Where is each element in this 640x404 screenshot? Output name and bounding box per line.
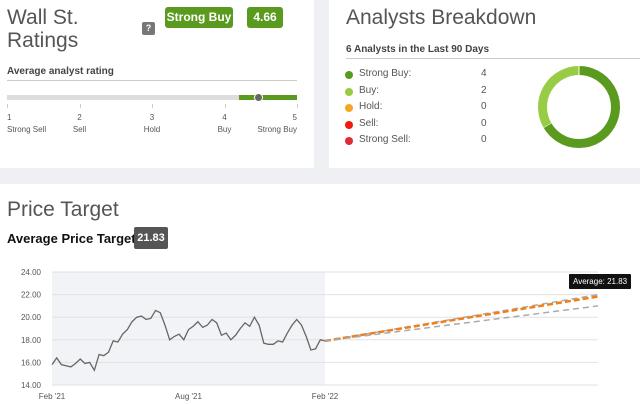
y-tick-label: 18.00 <box>21 336 42 345</box>
projection-line-low <box>324 305 599 342</box>
breakdown-subtitle: 6 Analysts in the Last 90 Days <box>346 44 490 55</box>
chart-tooltip: Average: 21.83 <box>569 274 632 289</box>
x-tick-label: Feb '22 <box>312 392 339 401</box>
rating-badge: Strong Buy <box>165 7 233 28</box>
wall-st-ratings-panel: Wall St. Ratings ? Strong Buy 4.66 Avera… <box>0 0 314 168</box>
projection-line-average <box>324 295 599 343</box>
y-tick-label: 22.00 <box>21 291 42 300</box>
scale-number: 2 <box>77 113 82 122</box>
x-tick-label: Feb '21 <box>39 392 66 401</box>
legend-item: Hold: 0 <box>345 101 487 117</box>
donut-slice <box>538 66 580 128</box>
rating-marker <box>254 93 263 102</box>
scale-tick <box>224 104 226 108</box>
rating-range <box>239 95 297 100</box>
legend-count: 0 <box>481 134 487 145</box>
scale-label: Sell <box>72 125 87 134</box>
avg-price-target-value: 21.83 <box>134 227 168 249</box>
avg-price-target-label: Average Price Target <box>7 231 136 246</box>
breakdown-title: Analysts Breakdown <box>346 6 537 29</box>
legend-item: Strong Sell: 0 <box>345 134 487 150</box>
legend-label: Strong Sell: <box>359 134 411 145</box>
legend-count: 0 <box>481 117 487 129</box>
scale-label: Strong Buy <box>257 125 297 134</box>
score-badge: 4.66 <box>247 7 283 28</box>
legend-count: 0 <box>481 101 487 112</box>
ratings-title-line2: Ratings <box>7 29 79 52</box>
divider <box>346 58 640 59</box>
y-tick-label: 16.00 <box>21 358 42 367</box>
y-tick-label: 14.00 <box>21 381 42 390</box>
price-target-chart: 24.00 22.00 20.00 18.00 16.00 14.00 Feb '21 Aug… <box>21 268 599 401</box>
scale-tick <box>7 104 8 108</box>
breakdown-donut <box>538 65 620 148</box>
legend-label: Hold: <box>359 101 383 112</box>
legend-dot-icon <box>345 87 353 96</box>
legend-dot-icon <box>345 104 353 112</box>
analysts-breakdown-panel: Analysts Breakdown 6 Analysts in the Las… <box>329 0 640 168</box>
y-tick-label: 20.00 <box>21 313 42 322</box>
scale-tick <box>297 104 298 108</box>
scale-tick <box>152 104 153 108</box>
legend-count: 2 <box>481 84 487 96</box>
help-icon[interactable]: ? <box>142 22 155 35</box>
scale-number: 5 <box>292 113 297 122</box>
y-tick-label: 24.00 <box>21 268 42 277</box>
legend-item: Buy: 2 <box>345 84 487 101</box>
legend-item: Sell: 0 <box>345 117 487 134</box>
legend-label: Sell: <box>359 117 379 129</box>
divider <box>7 80 297 81</box>
legend-dot-icon <box>345 120 353 129</box>
ratings-title-line1: Wall St. <box>7 6 79 29</box>
legend-label: Buy: <box>359 84 380 96</box>
x-tick-label: Aug '21 <box>175 392 202 401</box>
scale-number: 3 <box>149 113 155 122</box>
legend-count: 4 <box>481 68 487 79</box>
legend-dot-icon <box>345 137 353 145</box>
price-target-title: Price Target <box>7 198 119 221</box>
scale-label: Hold <box>143 125 161 134</box>
avg-rating-subtitle: Average analyst rating <box>7 66 114 77</box>
legend-dot-icon <box>345 71 353 79</box>
legend-item: Strong Buy: 4 <box>345 68 487 84</box>
legend-label: Strong Buy: <box>359 68 412 79</box>
scale-tick <box>79 104 81 108</box>
